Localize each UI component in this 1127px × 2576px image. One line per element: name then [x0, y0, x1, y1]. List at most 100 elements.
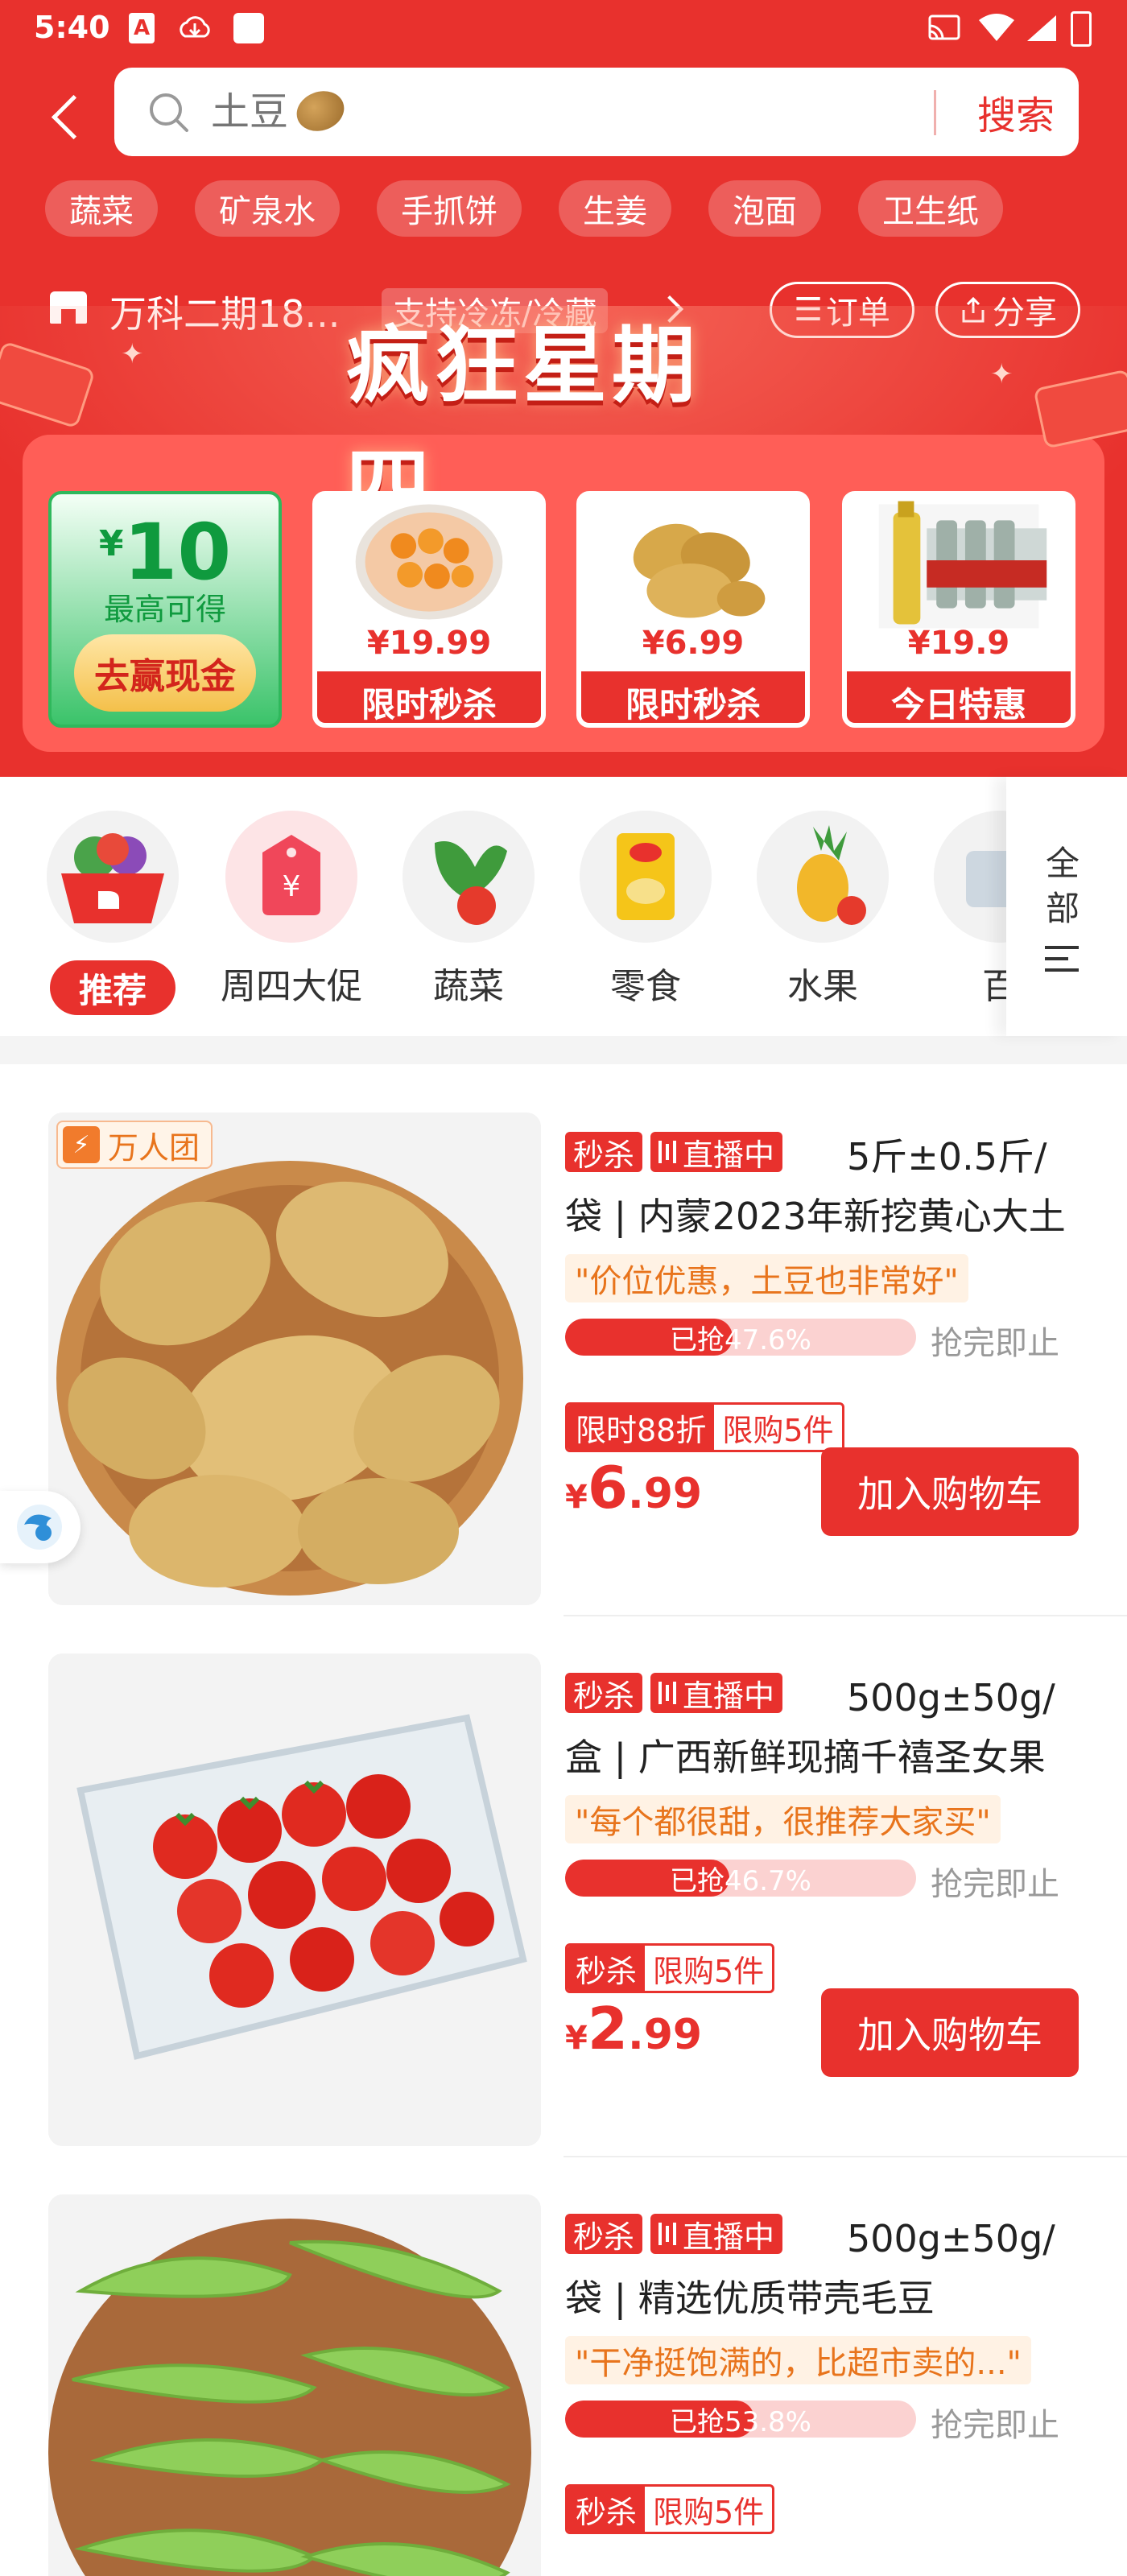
- category-row: 推荐 ¥ 周四大促 蔬菜 零食 水果 百 全部: [0, 777, 1127, 1036]
- lightning-icon: ⚡: [63, 1126, 100, 1163]
- cast-icon: [926, 13, 963, 43]
- review-quote: "干净挺饱满的，比超市卖的...": [565, 2336, 1031, 2384]
- wifi-icon: [976, 13, 1018, 43]
- flash-sale-label: 秒杀: [568, 2487, 646, 2532]
- quick-tag[interactable]: 手抓饼: [377, 180, 522, 237]
- cash-reward-card[interactable]: ¥10 最高可得 去赢现金: [48, 491, 282, 728]
- share-button[interactable]: 分享: [935, 282, 1080, 338]
- pineapple-image: [757, 811, 889, 943]
- sold-progress-label: 已抢53.8%: [669, 2405, 811, 2438]
- discount-label: 限时88折: [568, 1405, 715, 1450]
- eggs-image: [355, 504, 503, 620]
- review-quote: "每个都很甜，很推荐大家买": [565, 1795, 1001, 1843]
- deal-label: 限时秒杀: [581, 671, 805, 723]
- download-cloud-icon: [177, 13, 213, 43]
- search-input[interactable]: [211, 87, 372, 137]
- category-item-snacks[interactable]: 零食: [565, 811, 726, 1020]
- orders-label: 订单: [825, 295, 890, 332]
- category-item-fruit[interactable]: 水果: [742, 811, 903, 1020]
- cherry-tomatoes-image: [48, 1653, 541, 2146]
- vegetables-image: [402, 811, 535, 943]
- win-cash-button[interactable]: 去赢现金: [74, 634, 256, 712]
- quick-tag[interactable]: 卫生纸: [858, 180, 1003, 237]
- live-tag: 直播中: [650, 2214, 783, 2255]
- sold-progress-bar: 已抢46.7%: [565, 1860, 916, 1897]
- deal-price: ¥19.99: [366, 625, 492, 662]
- red-envelope-icon: [0, 341, 96, 429]
- live-tag: 直播中: [650, 1673, 783, 1714]
- product-price: ¥2.99: [565, 1995, 703, 2062]
- category-label: 蔬菜: [433, 966, 504, 1007]
- price-tag-image: ¥: [225, 811, 357, 943]
- deal-label: 今日特惠: [847, 671, 1071, 723]
- svg-text:¥: ¥: [283, 870, 301, 903]
- sparkle-icon: ✦: [121, 338, 144, 370]
- category-item-vegetables[interactable]: 蔬菜: [388, 811, 549, 1020]
- category-label: 零食: [610, 966, 681, 1007]
- search-icon: [150, 93, 188, 132]
- quick-tag[interactable]: 蔬菜: [45, 180, 158, 237]
- potato-image: [633, 523, 766, 618]
- review-quote: "价位优惠，土豆也非常好": [565, 1254, 968, 1302]
- deal-price: ¥19.9: [907, 625, 1010, 662]
- product-tags: 秒杀 直播中: [565, 2214, 797, 2255]
- back-button[interactable]: [40, 85, 89, 150]
- cash-subtitle: 最高可得: [103, 592, 226, 627]
- battery-icon: [1071, 11, 1092, 47]
- limit-label: 限购5件: [722, 1412, 834, 1448]
- menu-lines-icon: ☰: [794, 291, 823, 328]
- search-button[interactable]: 搜索: [960, 82, 1072, 142]
- category-all-button[interactable]: 全部: [1006, 777, 1127, 1036]
- deal-card[interactable]: ¥19.99 限时秒杀: [312, 491, 546, 728]
- product-list: ⚡ 万人团 5斤±0.5斤/袋 | 内蒙2023年新挖黄心大土 秒杀 直播中 "…: [0, 1064, 1127, 2576]
- header: 5:40 A 搜索 蔬菜 矿泉水 手抓饼 生姜 泡面 卫生纸: [0, 0, 1127, 777]
- add-to-cart-button[interactable]: 加入购物车: [821, 1447, 1079, 1536]
- group-buy-label: 万人团: [108, 1129, 200, 1166]
- sold-progress-label: 已抢46.7%: [669, 1864, 811, 1897]
- sold-progress-bar: 已抢53.8%: [565, 2401, 916, 2438]
- chips-bag-image: [580, 811, 712, 943]
- product-card[interactable]: 500g±50g/盒 | 广西新鲜现摘千禧圣女果 秒杀 直播中 "每个都很甜，很…: [0, 1605, 1127, 2157]
- sold-progress-label: 已抢47.6%: [669, 1323, 811, 1356]
- floating-assistant-button[interactable]: [0, 1491, 80, 1563]
- flash-sale-label: 秒杀: [568, 1946, 646, 1991]
- flash-sale-tag: 秒杀: [565, 2214, 643, 2255]
- product-card[interactable]: ⚡ 万人团 5斤±0.5斤/袋 | 内蒙2023年新挖黄心大土 秒杀 直播中 "…: [0, 1064, 1127, 1616]
- sold-out-notice: 抢完即止: [931, 1866, 1059, 1903]
- group-buy-badge: ⚡ 万人团: [56, 1121, 213, 1169]
- live-icon: [658, 1682, 677, 1704]
- product-image[interactable]: [48, 1653, 541, 2146]
- list-icon: [1045, 946, 1079, 978]
- quick-tag[interactable]: 生姜: [559, 180, 671, 237]
- deal-card[interactable]: ¥19.9 今日特惠: [842, 491, 1075, 728]
- category-item-recommend[interactable]: 推荐: [32, 811, 193, 1020]
- category-label: 推荐: [50, 960, 175, 1015]
- limit-label: 限购5件: [653, 2494, 765, 2530]
- store-name[interactable]: 万科二期18...: [109, 285, 340, 338]
- vegetable-basket-image: [47, 811, 179, 943]
- deal-card[interactable]: ¥6.99 限时秒杀: [576, 491, 810, 728]
- assistant-icon: [17, 1505, 62, 1550]
- product-image[interactable]: ⚡ 万人团: [48, 1113, 541, 1605]
- product-tags: 秒杀 直播中: [565, 1132, 797, 1173]
- product-image[interactable]: [48, 2194, 541, 2576]
- add-to-cart-button[interactable]: 加入购物车: [821, 1988, 1079, 2077]
- deal-price: ¥6.99: [642, 625, 745, 662]
- quick-tag[interactable]: 矿泉水: [195, 180, 340, 237]
- orders-button[interactable]: ☰ 订单: [770, 282, 914, 338]
- potato-image: [48, 1113, 541, 1605]
- live-icon: [658, 1141, 677, 1163]
- category-item-thursday-promo[interactable]: ¥ 周四大促: [211, 811, 372, 1020]
- purchase-limit-badge: 限时88折 限购5件: [565, 1402, 844, 1452]
- quick-tag[interactable]: 泡面: [708, 180, 821, 237]
- product-tags: 秒杀 直播中: [565, 1673, 797, 1714]
- category-all-label: 全部: [1045, 844, 1080, 928]
- search-box[interactable]: 搜索: [114, 68, 1079, 156]
- flash-sale-tag: 秒杀: [565, 1132, 643, 1173]
- sold-out-notice: 抢完即止: [931, 1325, 1059, 1362]
- sold-progress-bar: 已抢47.6%: [565, 1319, 916, 1356]
- sparkle-icon: ✦: [990, 358, 1013, 390]
- edamame-image: [48, 2194, 541, 2576]
- app-notification-icon: A: [129, 13, 155, 43]
- product-card[interactable]: 500g±50g/袋 | 精选优质带壳毛豆 秒杀 直播中 "干净挺饱满的，比超市…: [0, 2146, 1127, 2576]
